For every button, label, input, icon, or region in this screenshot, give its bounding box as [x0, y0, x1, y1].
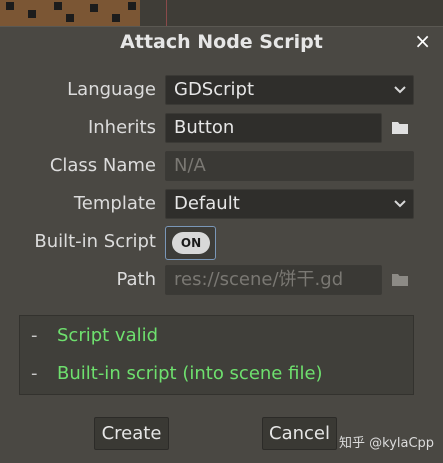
path-value: res://scene/饼干.gd — [174, 269, 344, 290]
cancel-button[interactable]: Cancel — [262, 417, 337, 450]
viewport-guide-line — [166, 0, 167, 26]
inherits-field[interactable]: Button — [165, 113, 382, 143]
language-label: Language — [67, 79, 156, 100]
class-name-placeholder: N/A — [174, 155, 206, 176]
watermark: 知乎 @kylaCpp — [339, 436, 435, 451]
create-button[interactable]: Create — [94, 417, 169, 450]
sprite-preview — [0, 0, 140, 26]
attach-node-script-dialog: Attach Node Script × Language GDScript I… — [0, 26, 443, 463]
close-icon[interactable]: × — [414, 30, 431, 52]
status-dash: - — [31, 363, 38, 384]
path-label: Path — [116, 269, 156, 290]
inherits-value: Button — [174, 117, 235, 138]
chevron-down-icon — [393, 190, 407, 218]
validation-status-panel: - Script valid - Built-in script (into sce… — [19, 315, 414, 395]
dialog-title: Attach Node Script — [120, 31, 323, 53]
template-value: Default — [174, 193, 240, 214]
status-text: Script valid — [57, 325, 159, 346]
status-dash: - — [31, 325, 38, 346]
editor-background — [0, 0, 443, 26]
class-name-label: Class Name — [49, 155, 156, 176]
class-name-field[interactable]: N/A — [165, 151, 414, 181]
status-item: - Script valid — [31, 325, 158, 346]
path-field[interactable]: res://scene/饼干.gd — [165, 265, 382, 295]
template-label: Template — [73, 193, 156, 214]
status-text: Built-in script (into scene file) — [57, 363, 323, 384]
builtin-script-toggle[interactable]: ON — [165, 226, 216, 260]
inherits-label: Inherits — [87, 117, 156, 138]
status-item: - Built-in script (into scene file) — [31, 363, 323, 384]
folder-icon[interactable] — [392, 273, 408, 286]
toggle-on-indicator: ON — [172, 232, 210, 254]
template-select[interactable]: Default — [165, 189, 414, 219]
folder-icon[interactable] — [392, 121, 408, 134]
builtin-script-label: Built-in Script — [34, 231, 156, 252]
language-value: GDScript — [174, 79, 255, 100]
language-select[interactable]: GDScript — [165, 75, 414, 105]
chevron-down-icon — [393, 76, 407, 104]
